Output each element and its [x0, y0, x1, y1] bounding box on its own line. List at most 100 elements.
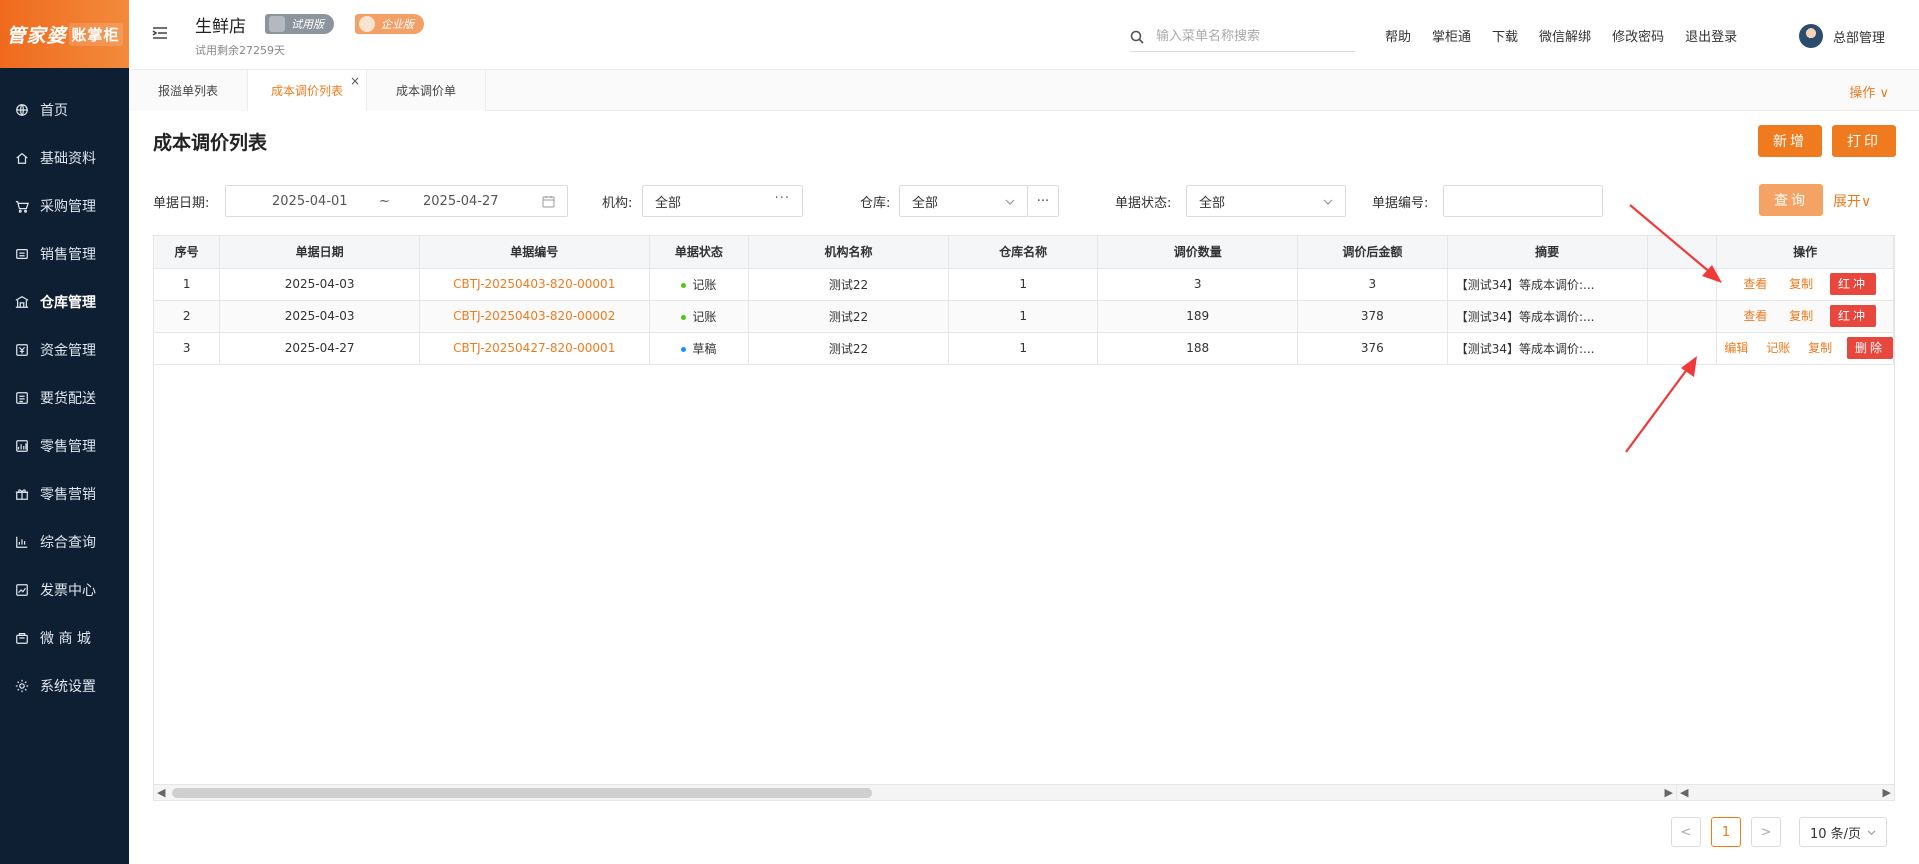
- prev-page-button[interactable]: <: [1671, 817, 1701, 847]
- invoice-icon: [14, 582, 30, 598]
- gear-icon: [14, 678, 30, 694]
- cell-code-link[interactable]: CBTJ-20250427-820-00001: [419, 332, 650, 365]
- cell-qty: 3: [1097, 268, 1299, 301]
- logout-link[interactable]: 退出登录: [1685, 26, 1737, 45]
- sidebar-item-funds[interactable]: 资金管理: [0, 326, 129, 374]
- tab-operations-dropdown[interactable]: 操作 ∨: [1849, 82, 1889, 101]
- scroll-right-icon[interactable]: ▶: [1883, 786, 1891, 799]
- horizontal-scrollbar[interactable]: ◀ ▶: [154, 784, 1676, 800]
- sidebar-item-home[interactable]: 首页: [0, 86, 129, 134]
- app-logo[interactable]: 管家婆 账掌柜: [0, 0, 129, 68]
- user-menu[interactable]: 总部管理: [1799, 24, 1885, 48]
- org-select[interactable]: 全部 ···: [642, 185, 803, 217]
- store-name[interactable]: 生鲜店: [195, 12, 246, 37]
- status-select[interactable]: 全部: [1186, 185, 1346, 217]
- more-icon: ···: [774, 191, 790, 206]
- reverse-button[interactable]: 红冲: [1830, 273, 1877, 295]
- date-range-picker[interactable]: 2025-04-01 ~ 2025-04-27: [225, 185, 568, 217]
- sidebar-item-retail[interactable]: 零售管理: [0, 422, 129, 470]
- cell-operations: 查看 复制 红冲: [1716, 268, 1894, 301]
- sidebar-item-invoice[interactable]: 发票中心: [0, 566, 129, 614]
- warehouse-more-button[interactable]: ···: [1027, 185, 1059, 217]
- cell-no: 1: [154, 268, 221, 301]
- data-table: 序号 单据日期 单据编号 单据状态 机构名称 仓库名称 调价数量 调价后金额 摘…: [153, 235, 1895, 801]
- table-row: 2 2025-04-03 CBTJ-20250403-820-00002 记账 …: [154, 300, 1894, 333]
- sidebar-item-basic-data[interactable]: 基础资料: [0, 134, 129, 182]
- tab-cost-adjust-list[interactable]: 成本调价列表 ×: [248, 70, 367, 111]
- page-size-select[interactable]: 10 条/页: [1799, 817, 1887, 847]
- zhanggui-link[interactable]: 掌柜通: [1432, 26, 1471, 45]
- expand-toggle[interactable]: 展开∨: [1833, 191, 1871, 211]
- sidebar-item-marketing[interactable]: 零售营销: [0, 470, 129, 518]
- cell-code-link[interactable]: CBTJ-20250403-820-00002: [419, 300, 650, 333]
- sidebar-item-delivery[interactable]: 要货配送: [0, 374, 129, 422]
- change-password-link[interactable]: 修改密码: [1612, 26, 1664, 45]
- sidebar-item-settings[interactable]: 系统设置: [0, 662, 129, 710]
- close-icon[interactable]: ×: [350, 74, 360, 88]
- logo-text-main: 管家婆: [6, 24, 67, 47]
- cart-icon: [14, 198, 30, 214]
- next-page-button[interactable]: >: [1751, 817, 1781, 847]
- reverse-button[interactable]: 红冲: [1830, 305, 1877, 327]
- tab-cost-adjust-bill[interactable]: 成本调价单: [367, 70, 486, 111]
- column-header: 仓库名称: [948, 236, 1099, 269]
- scroll-right-icon[interactable]: ▶: [1665, 786, 1673, 799]
- copy-button[interactable]: 复制: [1789, 277, 1813, 291]
- cell-qty: 189: [1097, 300, 1299, 333]
- column-header: 调价后金额: [1297, 236, 1448, 269]
- cell-date: 2025-04-27: [219, 332, 420, 365]
- print-button[interactable]: 打印: [1832, 125, 1896, 157]
- page-1-button[interactable]: 1: [1711, 817, 1741, 847]
- scroll-left-icon[interactable]: ◀: [157, 786, 165, 799]
- tab-label: 成本调价单: [395, 84, 456, 98]
- help-link[interactable]: 帮助: [1385, 26, 1411, 45]
- query-button[interactable]: 查询: [1759, 184, 1823, 216]
- sidebar-item-purchase[interactable]: 采购管理: [0, 182, 129, 230]
- cell-summary: 【测试34】等成本调价:...: [1447, 332, 1648, 365]
- date-from[interactable]: 2025-04-01: [272, 194, 348, 209]
- cell-empty: [1647, 268, 1718, 301]
- cell-code-link[interactable]: CBTJ-20250403-820-00001: [419, 268, 650, 301]
- view-button[interactable]: 查看: [1743, 277, 1767, 291]
- menu-search-input[interactable]: [1156, 29, 1346, 44]
- fixed-column-scrollbar[interactable]: ◀ ▶: [1676, 784, 1894, 800]
- post-button[interactable]: 记账: [1766, 341, 1790, 355]
- table: 序号 单据日期 单据编号 单据状态 机构名称 仓库名称 调价数量 调价后金额 摘…: [154, 236, 1894, 365]
- sidebar-item-mall[interactable]: 微 商 城: [0, 614, 129, 662]
- cell-empty: [1647, 332, 1718, 365]
- cell-qty: 188: [1097, 332, 1299, 365]
- sidebar-item-label: 首页: [40, 103, 68, 119]
- scrollbar-thumb[interactable]: [172, 788, 872, 798]
- search-icon: [1130, 30, 1144, 44]
- status-text: 草稿: [692, 341, 717, 356]
- view-button[interactable]: 查看: [1743, 309, 1767, 323]
- cell-amount: 3: [1297, 268, 1448, 301]
- org-filter-label: 机构:: [602, 196, 633, 211]
- sidebar-item-sales[interactable]: 销售管理: [0, 230, 129, 278]
- column-header: 操作: [1716, 236, 1894, 269]
- add-button[interactable]: 新增: [1758, 125, 1822, 157]
- copy-button[interactable]: 复制: [1789, 309, 1813, 323]
- edit-button[interactable]: 编辑: [1724, 341, 1748, 355]
- more-icon: ···: [1036, 193, 1050, 209]
- shop-icon: [14, 630, 30, 646]
- copy-button[interactable]: 复制: [1808, 341, 1832, 355]
- menu-collapse-icon[interactable]: [151, 24, 169, 42]
- trial-badge-label: 试用版: [291, 18, 324, 31]
- enterprise-badge-label: 企业版: [381, 18, 414, 31]
- code-input[interactable]: [1443, 185, 1603, 217]
- sidebar-item-query[interactable]: 综合查询: [0, 518, 129, 566]
- column-header: 调价数量: [1097, 236, 1299, 269]
- delete-button[interactable]: 删除: [1846, 337, 1893, 359]
- warehouse-icon: [14, 294, 30, 310]
- date-to[interactable]: 2025-04-27: [423, 194, 499, 209]
- cell-amount: 376: [1297, 332, 1448, 365]
- download-link[interactable]: 下载: [1492, 26, 1518, 45]
- sidebar-item-warehouse[interactable]: 仓库管理: [0, 278, 129, 326]
- scroll-left-icon[interactable]: ◀: [1680, 786, 1688, 799]
- page-size-value: 10 条/页: [1810, 826, 1862, 842]
- cell-no: 3: [154, 332, 221, 365]
- warehouse-select[interactable]: 全部: [899, 185, 1028, 217]
- wechat-unbind-link[interactable]: 微信解绑: [1539, 26, 1591, 45]
- tab-overflow-list[interactable]: 报溢单列表: [129, 70, 248, 111]
